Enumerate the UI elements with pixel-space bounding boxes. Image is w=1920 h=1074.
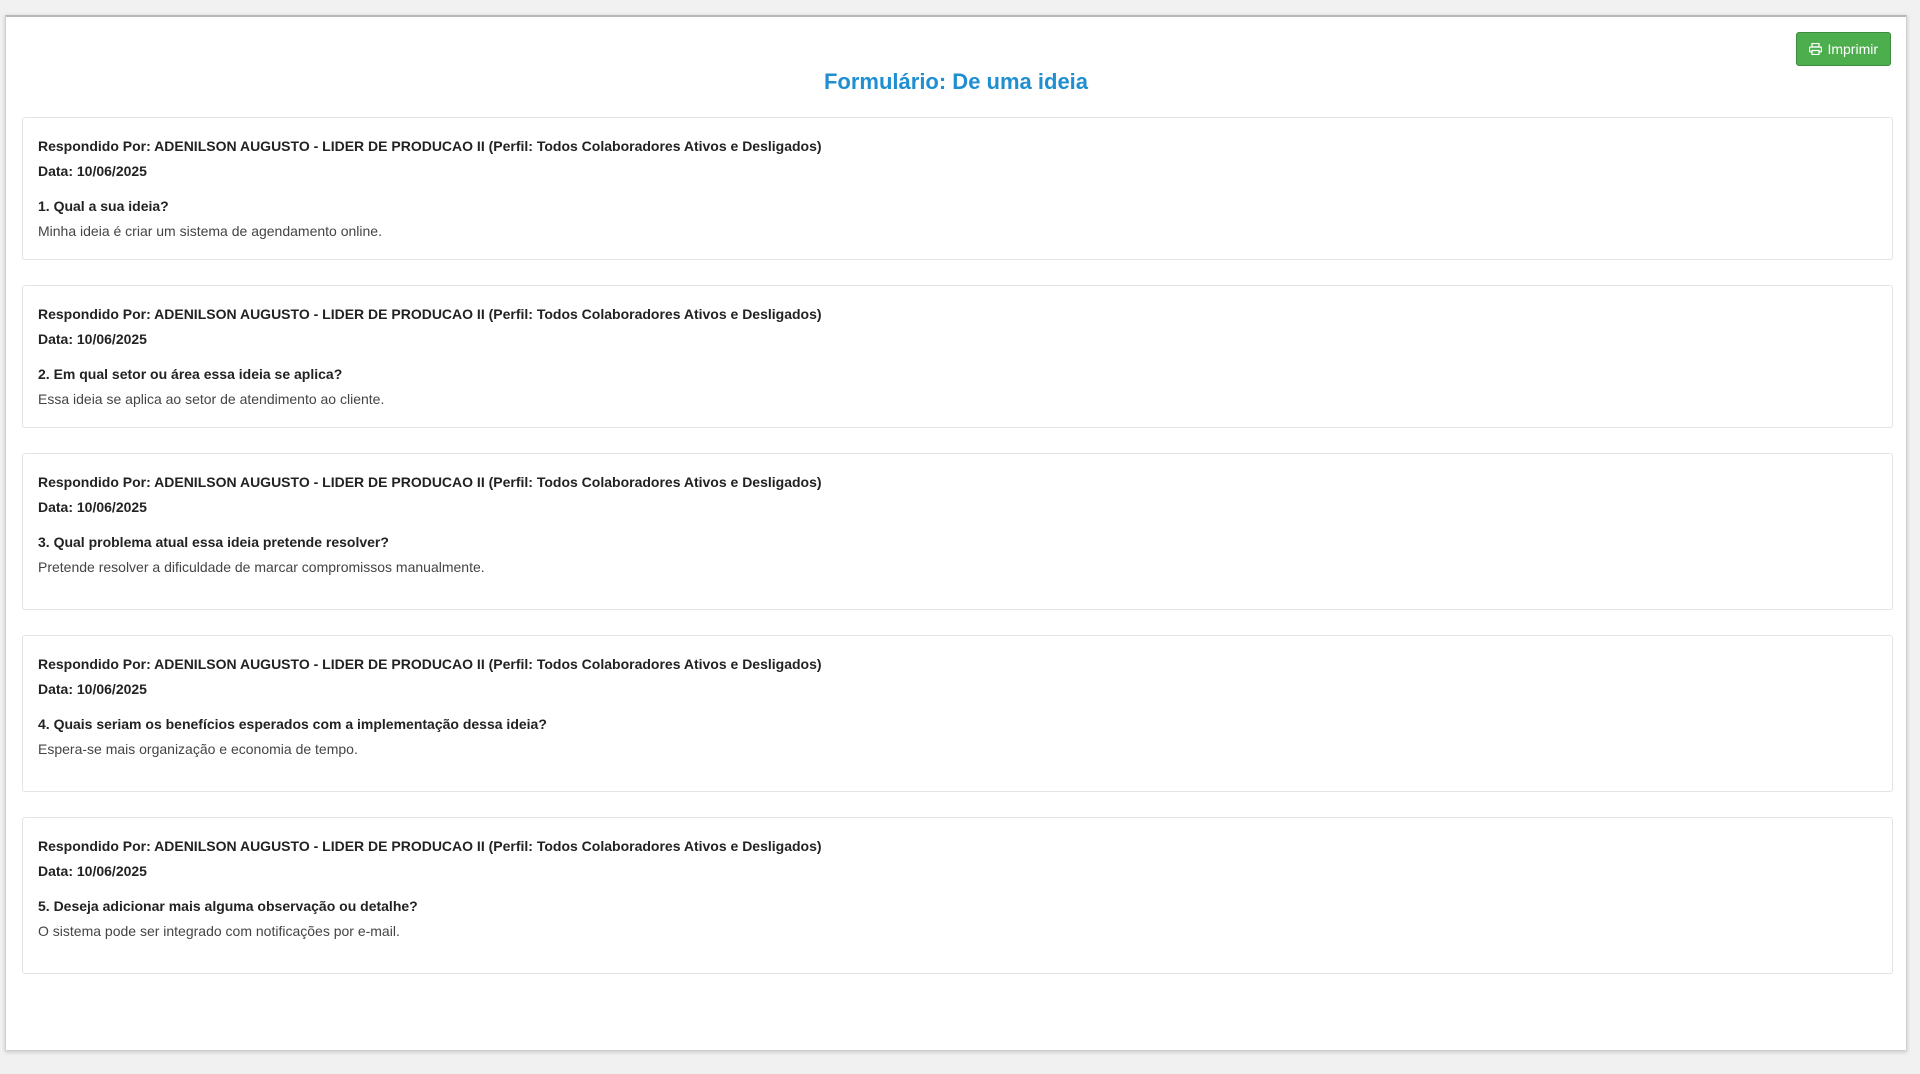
response-date: Data: 10/06/2025 [38,681,147,697]
question-text: 4. Quais seriam os benefícios esperados … [38,716,547,732]
answer-text: Essa ideia se aplica ao setor de atendim… [38,391,385,407]
question-text: 3. Qual problema atual essa ideia preten… [38,534,389,550]
print-button-label: Imprimir [1827,41,1878,57]
answer-text: Espera-se mais organização e economia de… [38,741,358,757]
response-list: Respondido Por: ADENILSON AUGUSTO - LIDE… [22,117,1893,999]
respondent-label: Respondido Por: ADENILSON AUGUSTO - LIDE… [38,306,822,322]
answer-text: Pretende resolver a dificuldade de marca… [38,559,485,575]
question-text: 1. Qual a sua ideia? [38,198,169,214]
response-card: Respondido Por: ADENILSON AUGUSTO - LIDE… [22,453,1893,610]
answer-text: Minha ideia é criar um sistema de agenda… [38,223,382,239]
question-text: 2. Em qual setor ou área essa ideia se a… [38,366,343,382]
response-date: Data: 10/06/2025 [38,163,147,179]
form-responses-panel: Imprimir Formulário: De uma ideia Respon… [5,15,1907,1051]
answer-text: O sistema pode ser integrado com notific… [38,923,400,939]
page-title: Formulário: De uma ideia [823,69,1089,94]
response-date: Data: 10/06/2025 [38,863,147,879]
response-card: Respondido Por: ADENILSON AUGUSTO - LIDE… [22,285,1893,428]
respondent-label: Respondido Por: ADENILSON AUGUSTO - LIDE… [38,474,822,490]
response-card: Respondido Por: ADENILSON AUGUSTO - LIDE… [22,117,1893,260]
question-text: 5. Deseja adicionar mais alguma observaç… [38,898,418,914]
response-card: Respondido Por: ADENILSON AUGUSTO - LIDE… [22,817,1893,974]
respondent-label: Respondido Por: ADENILSON AUGUSTO - LIDE… [38,138,822,154]
respondent-label: Respondido Por: ADENILSON AUGUSTO - LIDE… [38,656,822,672]
print-button[interactable]: Imprimir [1796,32,1891,66]
respondent-label: Respondido Por: ADENILSON AUGUSTO - LIDE… [38,838,822,854]
print-icon [1809,43,1823,55]
response-card: Respondido Por: ADENILSON AUGUSTO - LIDE… [22,635,1893,792]
response-date: Data: 10/06/2025 [38,499,147,515]
response-date: Data: 10/06/2025 [38,331,147,347]
